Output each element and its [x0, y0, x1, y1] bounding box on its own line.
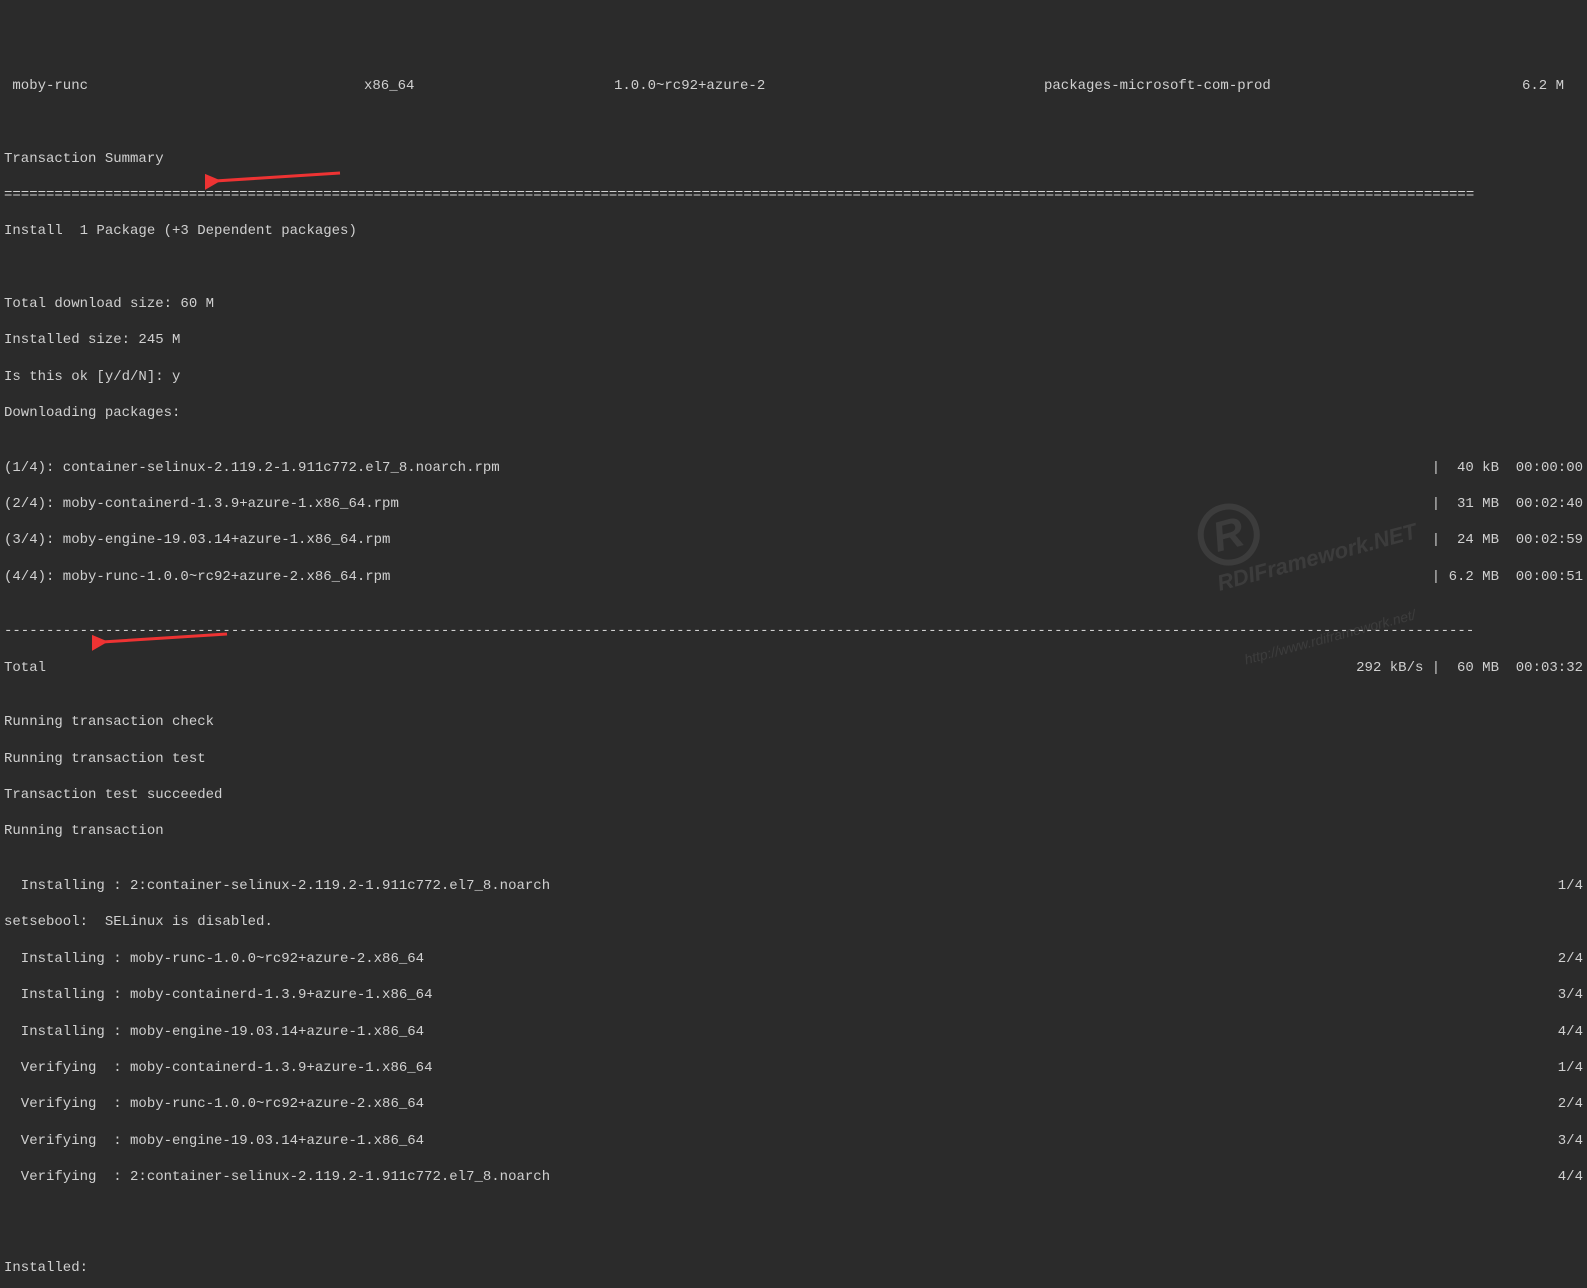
download-progress: | 31 MB 00:02:40 — [1432, 495, 1583, 513]
download-row: (1/4): container-selinux-2.119.2-1.911c7… — [4, 459, 1583, 477]
transaction-summary-heading: Transaction Summary — [4, 150, 1583, 168]
pkg-name: moby-runc — [4, 77, 364, 95]
step-row: Installing : moby-containerd-1.3.9+azure… — [4, 986, 1583, 1004]
pkg-version: 1.0.0~rc92+azure-2 — [614, 77, 1044, 95]
rule-dash: ----------------------------------------… — [4, 622, 1583, 640]
step-count: 4/4 — [1558, 1168, 1583, 1186]
pkg-size: 6.2 M — [1444, 77, 1564, 95]
running-transaction: Running transaction — [4, 822, 1583, 840]
step-text: Verifying : 2:container-selinux-2.119.2-… — [4, 1168, 550, 1186]
download-progress: | 40 kB 00:00:00 — [1432, 459, 1583, 477]
download-name: (2/4): moby-containerd-1.3.9+azure-1.x86… — [4, 495, 399, 513]
rule-double: ========================================… — [4, 186, 1583, 204]
pkg-repo: packages-microsoft-com-prod — [1044, 77, 1444, 95]
package-table-row: moby-runc x86_64 1.0.0~rc92+azure-2 pack… — [4, 77, 1583, 95]
installed-size: Installed size: 245 M — [4, 331, 1583, 349]
step-row: Verifying : 2:container-selinux-2.119.2-… — [4, 1168, 1583, 1186]
download-progress: | 24 MB 00:02:59 — [1432, 531, 1583, 549]
step-row: Verifying : moby-containerd-1.3.9+azure-… — [4, 1059, 1583, 1077]
total-stats: 292 kB/s | 60 MB 00:03:32 — [1356, 659, 1583, 677]
downloading-packages-heading: Downloading packages: — [4, 404, 1583, 422]
installed-header: Installed: — [4, 1259, 1583, 1277]
watermark-name: RDIFramework.NET — [1214, 517, 1420, 598]
step-text: Installing : moby-runc-1.0.0~rc92+azure-… — [4, 950, 424, 968]
step-row: setsebool: SELinux is disabled. — [4, 913, 1583, 931]
confirm-prompt-line: Is this ok [y/d/N]: y — [4, 368, 1583, 386]
download-row: (4/4): moby-runc-1.0.0~rc92+azure-2.x86_… — [4, 568, 1583, 586]
step-text: Verifying : moby-runc-1.0.0~rc92+azure-2… — [4, 1095, 424, 1113]
step-text: Installing : moby-containerd-1.3.9+azure… — [4, 986, 432, 1004]
watermark: R RDIFramework.NET http://www.rdiframewo… — [1161, 404, 1444, 693]
step-count: 1/4 — [1558, 1059, 1583, 1077]
step-text: setsebool: SELinux is disabled. — [4, 913, 273, 931]
install-count-line: Install 1 Package (+3 Dependent packages… — [4, 222, 1583, 240]
step-row: Verifying : moby-engine-19.03.14+azure-1… — [4, 1132, 1583, 1150]
confirm-prompt-text: Is this ok [y/d/N]: — [4, 369, 172, 385]
transaction-check: Running transaction check — [4, 713, 1583, 731]
step-text: Verifying : moby-containerd-1.3.9+azure-… — [4, 1059, 432, 1077]
blank-line — [4, 113, 1583, 131]
step-row: Installing : moby-engine-19.03.14+azure-… — [4, 1023, 1583, 1041]
pkg-arch: x86_64 — [364, 77, 614, 95]
transaction-test-ok: Transaction test succeeded — [4, 786, 1583, 804]
step-text: Installing : moby-engine-19.03.14+azure-… — [4, 1023, 424, 1041]
step-text: Verifying : moby-engine-19.03.14+azure-1… — [4, 1132, 424, 1150]
transaction-test: Running transaction test — [4, 750, 1583, 768]
total-row: Total 292 kB/s | 60 MB 00:03:32 — [4, 659, 1583, 677]
blank-line — [4, 1223, 1583, 1241]
step-text: Installing : 2:container-selinux-2.119.2… — [4, 877, 550, 895]
step-count: 3/4 — [1558, 1132, 1583, 1150]
step-count: 4/4 — [1558, 1023, 1583, 1041]
step-count: 2/4 — [1558, 1095, 1583, 1113]
total-label: Total — [4, 659, 46, 677]
download-name: (1/4): container-selinux-2.119.2-1.911c7… — [4, 459, 500, 477]
step-row: Installing : 2:container-selinux-2.119.2… — [4, 877, 1583, 895]
download-progress: | 6.2 MB 00:00:51 — [1432, 568, 1583, 586]
blank-line — [4, 259, 1583, 277]
step-count: 3/4 — [1558, 986, 1583, 1004]
download-row: (3/4): moby-engine-19.03.14+azure-1.x86_… — [4, 531, 1583, 549]
step-count: 2/4 — [1558, 950, 1583, 968]
step-row: Installing : moby-runc-1.0.0~rc92+azure-… — [4, 950, 1583, 968]
step-row: Verifying : moby-runc-1.0.0~rc92+azure-2… — [4, 1095, 1583, 1113]
download-row: (2/4): moby-containerd-1.3.9+azure-1.x86… — [4, 495, 1583, 513]
download-name: (4/4): moby-runc-1.0.0~rc92+azure-2.x86_… — [4, 568, 390, 586]
download-name: (3/4): moby-engine-19.03.14+azure-1.x86_… — [4, 531, 390, 549]
confirm-answer[interactable]: y — [172, 369, 180, 385]
total-download-size: Total download size: 60 M — [4, 295, 1583, 313]
step-count: 1/4 — [1558, 877, 1583, 895]
